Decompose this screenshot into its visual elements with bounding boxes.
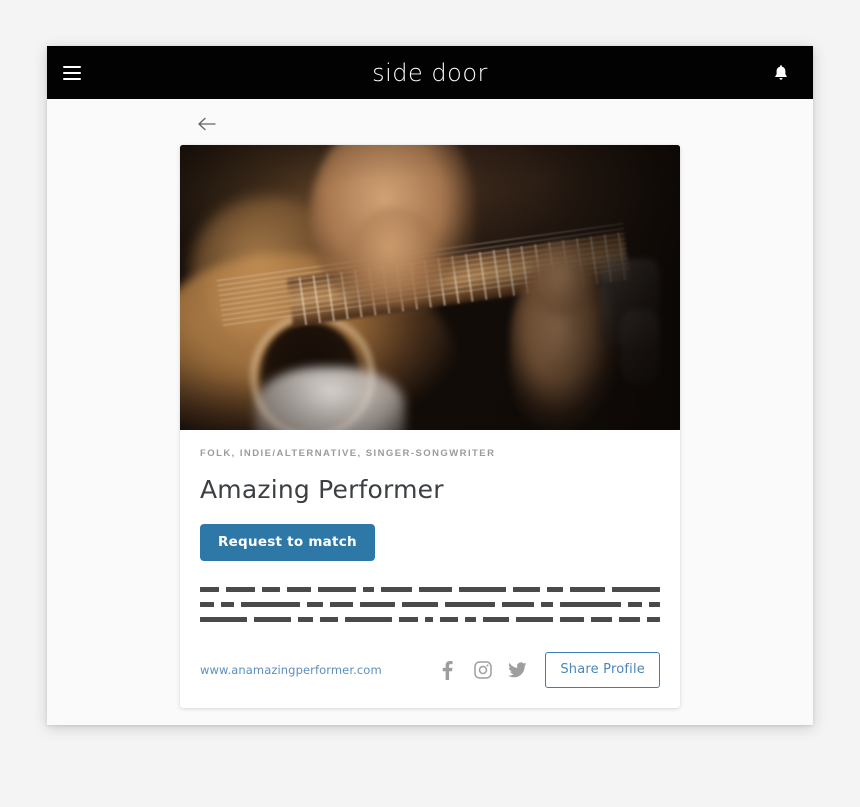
bio-redacted-bar <box>560 602 622 607</box>
bio-redacted-bar <box>619 617 640 622</box>
instagram-icon[interactable] <box>473 661 492 680</box>
bio-redacted-bar <box>424 617 434 622</box>
bio-redacted-bar <box>612 587 661 592</box>
bio-redacted-bar <box>240 602 300 607</box>
bio-redacted-bar <box>649 602 660 607</box>
bio-redacted-bar <box>286 587 311 592</box>
bio-redacted-bar <box>546 587 563 592</box>
bio-redacted-bar <box>329 602 353 607</box>
social-links <box>438 660 527 680</box>
bio-redacted-bar <box>516 617 554 622</box>
bio-redacted-bar <box>459 587 506 592</box>
bio-redacted-line <box>200 617 660 622</box>
hamburger-bar <box>63 71 81 74</box>
twitter-icon[interactable] <box>508 661 527 680</box>
facebook-icon[interactable] <box>438 660 457 680</box>
artist-hero-image <box>180 145 680 430</box>
arrow-left-icon[interactable] <box>192 110 222 138</box>
top-navbar: side door <box>47 46 813 99</box>
bio-redacted-bar <box>345 617 393 622</box>
bio-redacted-bar <box>226 587 255 592</box>
hamburger-bar <box>63 65 81 68</box>
bell-icon[interactable] <box>771 62 791 84</box>
bio-redacted-bar <box>482 617 510 622</box>
hamburger-bar <box>63 77 81 80</box>
bio-redacted-bar <box>319 617 339 622</box>
profile-footer: www.anamazingperformer.com Share Profile <box>180 652 680 708</box>
bio-redacted-bar <box>253 617 291 622</box>
bio-redacted-bar <box>200 602 215 607</box>
browser-window: side door FOLK, INDIE/ALTERNATIVE, SINGE… <box>47 46 813 725</box>
profile-details: FOLK, INDIE/ALTERNATIVE, SINGER-SONGWRIT… <box>180 430 680 622</box>
artist-profile-card: FOLK, INDIE/ALTERNATIVE, SINGER-SONGWRIT… <box>180 145 680 708</box>
bio-redacted-bar <box>440 617 459 622</box>
bio-redacted-bar <box>306 602 323 607</box>
bio-redacted-bar <box>465 617 476 622</box>
bio-redacted-bar <box>418 587 453 592</box>
page-content: FOLK, INDIE/ALTERNATIVE, SINGER-SONGWRIT… <box>47 99 813 725</box>
site-logo[interactable]: side door <box>372 59 488 87</box>
artist-bio-redacted <box>200 587 661 622</box>
bio-redacted-bar <box>359 602 396 607</box>
bio-redacted-bar <box>200 617 247 622</box>
hero-vignette <box>180 145 680 430</box>
artist-genres: FOLK, INDIE/ALTERNATIVE, SINGER-SONGWRIT… <box>200 448 496 459</box>
bio-redacted-bar <box>512 587 540 592</box>
request-to-match-button[interactable]: Request to match <box>200 524 375 561</box>
bio-redacted-bar <box>628 602 643 607</box>
artist-name: Amazing Performer <box>200 475 444 504</box>
bio-redacted-bar <box>445 602 495 607</box>
bio-redacted-line <box>200 587 661 592</box>
artist-website-link[interactable]: www.anamazingperformer.com <box>200 663 382 677</box>
bio-redacted-bar <box>200 587 220 592</box>
bio-redacted-bar <box>569 587 606 592</box>
bio-redacted-bar <box>363 587 375 592</box>
bio-redacted-bar <box>560 617 584 622</box>
bio-redacted-line <box>200 602 660 607</box>
bio-redacted-bar <box>297 617 313 622</box>
bio-redacted-bar <box>221 602 234 607</box>
bio-redacted-bar <box>402 602 439 607</box>
share-profile-button[interactable]: Share Profile <box>545 652 660 688</box>
bio-redacted-bar <box>646 617 660 622</box>
bio-redacted-bar <box>540 602 554 607</box>
bio-redacted-bar <box>399 617 418 622</box>
bio-redacted-bar <box>262 587 280 592</box>
bio-redacted-bar <box>317 587 356 592</box>
hamburger-menu-icon[interactable] <box>63 62 89 84</box>
bio-redacted-bar <box>381 587 412 592</box>
bio-redacted-bar <box>501 602 534 607</box>
bio-redacted-bar <box>590 617 613 622</box>
